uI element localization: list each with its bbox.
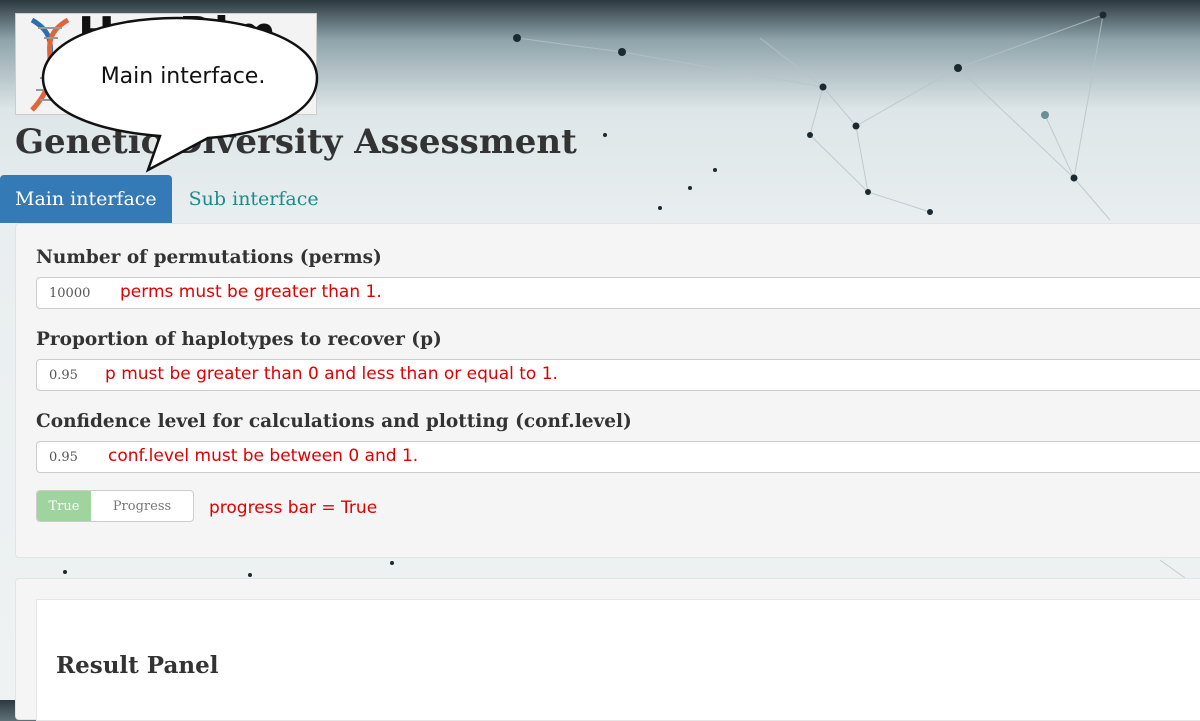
perms-value: 10000	[49, 286, 91, 301]
p-annotation: p must be greater than 0 and less than o…	[105, 364, 558, 384]
callout-text: Main interface.	[100, 64, 266, 89]
tab-sub-interface[interactable]: Sub interface	[174, 175, 334, 223]
perms-label: Number of permutations (perms)	[36, 247, 382, 268]
callout-bubble	[41, 16, 319, 173]
conf-level-label: Confidence level for calculations and pl…	[36, 411, 632, 432]
conf-level-value: 0.95	[49, 450, 78, 465]
conf-level-annotation: conf.level must be between 0 and 1.	[108, 446, 419, 466]
progress-annotation: progress bar = True	[209, 498, 378, 518]
progress-toggle[interactable]: True Progress	[36, 490, 194, 522]
input-panel: Number of permutations (perms) 10000 per…	[15, 223, 1200, 558]
progress-toggle-on[interactable]: True	[37, 491, 91, 521]
result-panel-container: Result Panel	[15, 578, 1200, 721]
tab-bar: Main interface Sub interface	[0, 175, 334, 223]
p-label: Proportion of haplotypes to recover (p)	[36, 329, 442, 350]
perms-annotation: perms must be greater than 1.	[120, 282, 382, 302]
p-value: 0.95	[49, 368, 78, 383]
tab-main-interface[interactable]: Main interface	[0, 175, 172, 223]
result-panel: Result Panel	[36, 599, 1200, 721]
result-panel-title: Result Panel	[56, 652, 219, 679]
progress-toggle-label[interactable]: Progress	[91, 491, 193, 521]
